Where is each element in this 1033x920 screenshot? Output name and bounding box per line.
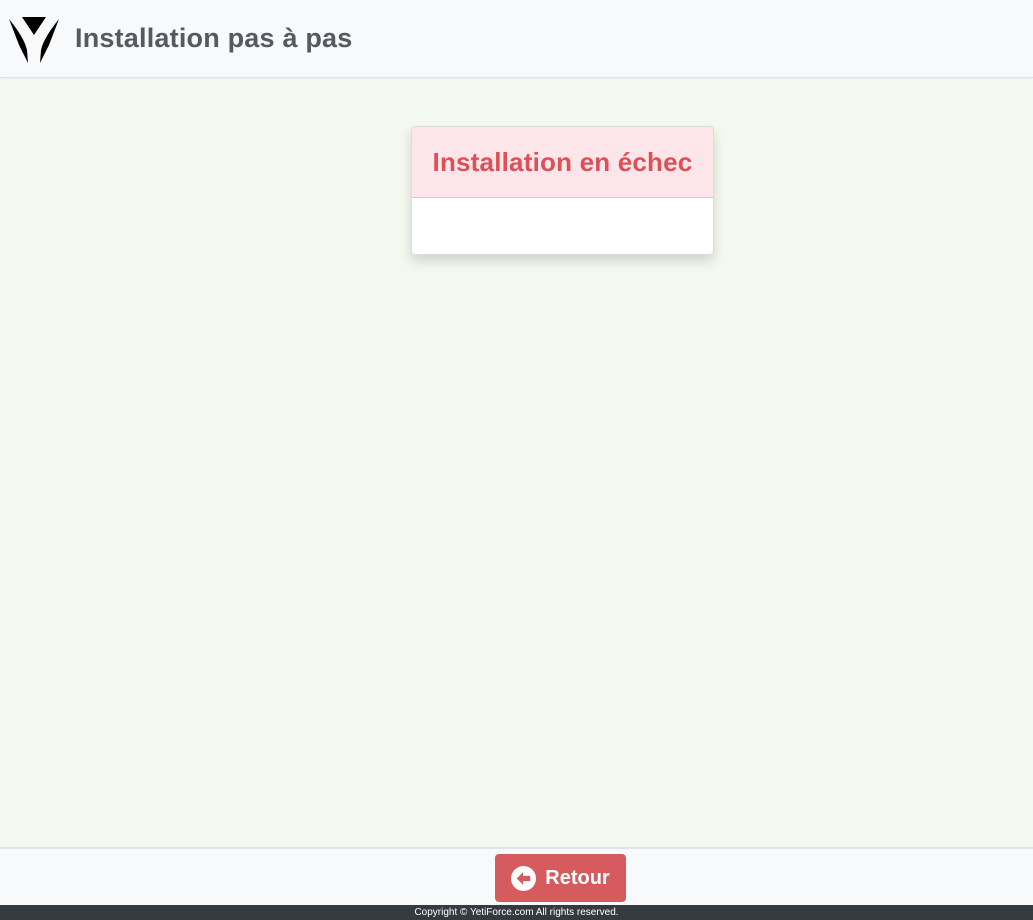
status-card-header: Installation en échec: [412, 127, 713, 198]
status-card-body: [412, 198, 713, 254]
action-bar: Retour: [0, 847, 1033, 905]
main-content: Installation en échec: [0, 79, 1033, 847]
app-window: Installation pas à pas Installation en é…: [0, 0, 1033, 920]
top-bar: Installation pas à pas: [0, 0, 1033, 78]
arrow-circle-left-icon: [511, 865, 537, 891]
footer: Copyright © YetiForce.com All rights res…: [0, 905, 1033, 920]
status-card-title: Installation en échec: [432, 146, 693, 177]
back-button-label: Retour: [545, 866, 610, 889]
yetiforce-logo-icon: [9, 15, 59, 63]
status-card: Installation en échec: [411, 126, 714, 255]
back-button[interactable]: Retour: [495, 854, 626, 902]
copyright-text: Copyright © YetiForce.com All rights res…: [414, 907, 619, 918]
page-title: Installation pas à pas: [75, 23, 353, 53]
